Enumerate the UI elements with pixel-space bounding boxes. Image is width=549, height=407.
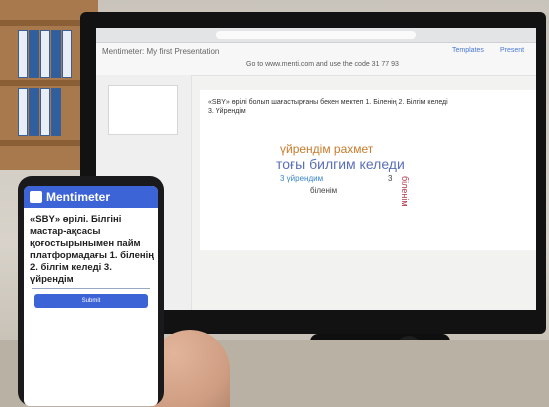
submit-button[interactable]: Submit <box>34 294 148 308</box>
binder <box>51 30 61 78</box>
address-bar[interactable] <box>216 31 416 39</box>
word-cloud-word-vertical: біленім <box>400 176 410 207</box>
phone-screen: Mentimeter «SBY» өрілі. Білгіні мастар-а… <box>24 186 158 406</box>
binder <box>51 88 61 136</box>
browser-bar <box>96 28 536 43</box>
phone-question: «SBY» өрілі. Білгіні мастар-ақсасы қоғос… <box>30 214 154 285</box>
present-button[interactable]: Present <box>500 47 524 54</box>
photo-scene: Mentimeter: My first Presentation Go to … <box>0 0 549 407</box>
presentation-title: Mentimeter: My first Presentation <box>102 47 220 56</box>
menti-icon <box>30 191 42 203</box>
binder <box>18 88 28 136</box>
join-instructions: Go to www.menti.com and use the code 31 … <box>246 61 399 68</box>
binder <box>18 30 28 78</box>
templates-button[interactable]: Templates <box>452 47 484 54</box>
word-cloud-word: 3 <box>388 174 393 183</box>
slide-question: «SBY» өрілі болып шағастырғаны бекен мек… <box>208 99 448 115</box>
mentimeter-logo: Mentimeter <box>46 190 111 204</box>
word-cloud-word: үйрендім рахмет <box>280 142 374 156</box>
binder <box>29 88 39 136</box>
presentation-slide: «SBY» өрілі болып шағастырғаны бекен мек… <box>200 90 536 250</box>
phone-header: Mentimeter <box>24 186 158 208</box>
word-cloud-word: тоғы билгим келеди <box>276 156 405 172</box>
binder <box>40 88 50 136</box>
binder <box>62 30 72 78</box>
answer-input[interactable] <box>32 278 150 289</box>
word-cloud-word: 3 үйрендим <box>280 174 324 183</box>
presentation-header: Mentimeter: My first Presentation Go to … <box>96 43 536 76</box>
binder <box>29 30 39 78</box>
word-cloud-word: біленім <box>310 186 338 195</box>
slide-thumbnail[interactable] <box>108 85 178 135</box>
binder <box>40 30 50 78</box>
